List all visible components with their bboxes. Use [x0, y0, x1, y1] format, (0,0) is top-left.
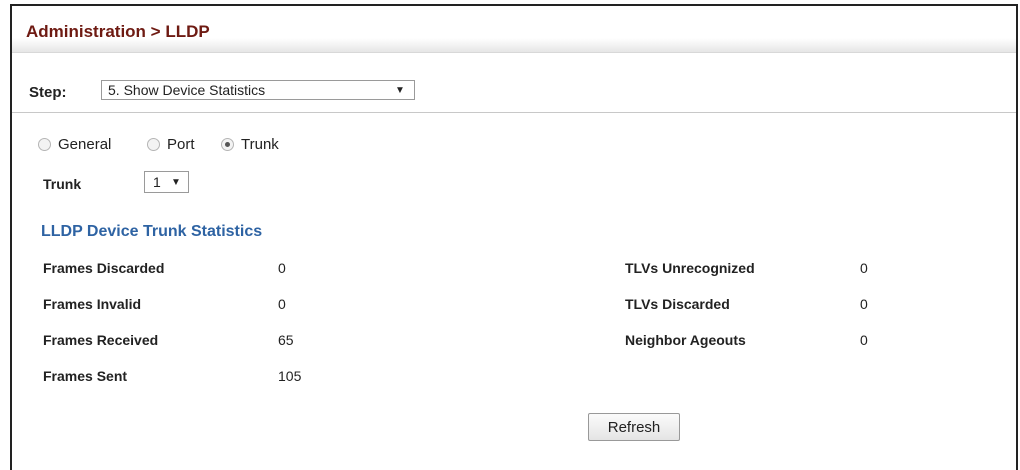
stat-frames-invalid-label: Frames Invalid	[43, 296, 142, 312]
stat-frames-received-label: Frames Received	[43, 332, 159, 348]
refresh-button[interactable]: Refresh	[588, 413, 680, 441]
stat-frames-sent-value: 105	[278, 368, 302, 384]
stat-frames-discarded-label: Frames Discarded	[43, 260, 165, 276]
radio-general-circle[interactable]	[38, 138, 51, 151]
step-row: Step: 5. Show Device Statistics ▼	[12, 70, 1016, 113]
trunk-select[interactable]: 1 ▼	[144, 171, 189, 193]
stat-neighbor-ageouts-value: 0	[860, 332, 868, 348]
radio-trunk-circle[interactable]	[221, 138, 234, 151]
radio-general-label: General	[58, 136, 112, 153]
stat-tlvs-discarded-label: TLVs Discarded	[625, 296, 730, 312]
trunk-select-value: 1	[153, 174, 161, 190]
section-title: LLDP Device Trunk Statistics	[41, 223, 263, 240]
radio-trunk-label: Trunk	[241, 136, 279, 153]
stat-tlvs-unrecognized-value: 0	[860, 260, 868, 276]
step-label: Step:	[29, 84, 67, 101]
stat-tlvs-discarded-value: 0	[860, 296, 868, 312]
stat-neighbor-ageouts-label: Neighbor Ageouts	[625, 332, 746, 348]
step-select[interactable]: 5. Show Device Statistics ▼	[101, 80, 415, 100]
radio-port-circle[interactable]	[147, 138, 160, 151]
radio-port-label: Port	[167, 136, 195, 153]
stat-tlvs-unrecognized-label: TLVs Unrecognized	[625, 260, 755, 276]
page-title: Administration > LLDP	[26, 22, 210, 41]
stat-frames-received-value: 65	[278, 332, 294, 348]
stat-frames-sent-label: Frames Sent	[43, 368, 128, 384]
stat-frames-invalid-value: 0	[278, 296, 286, 312]
chevron-down-icon: ▼	[395, 85, 405, 96]
title-bar: Administration > LLDP	[12, 6, 1016, 53]
step-select-value: 5. Show Device Statistics	[108, 82, 266, 98]
chevron-down-icon: ▼	[171, 177, 181, 188]
trunk-label: Trunk	[43, 176, 82, 192]
stat-frames-discarded-value: 0	[278, 260, 286, 276]
page-frame: Administration > LLDP Step: 5. Show Devi…	[10, 4, 1018, 470]
